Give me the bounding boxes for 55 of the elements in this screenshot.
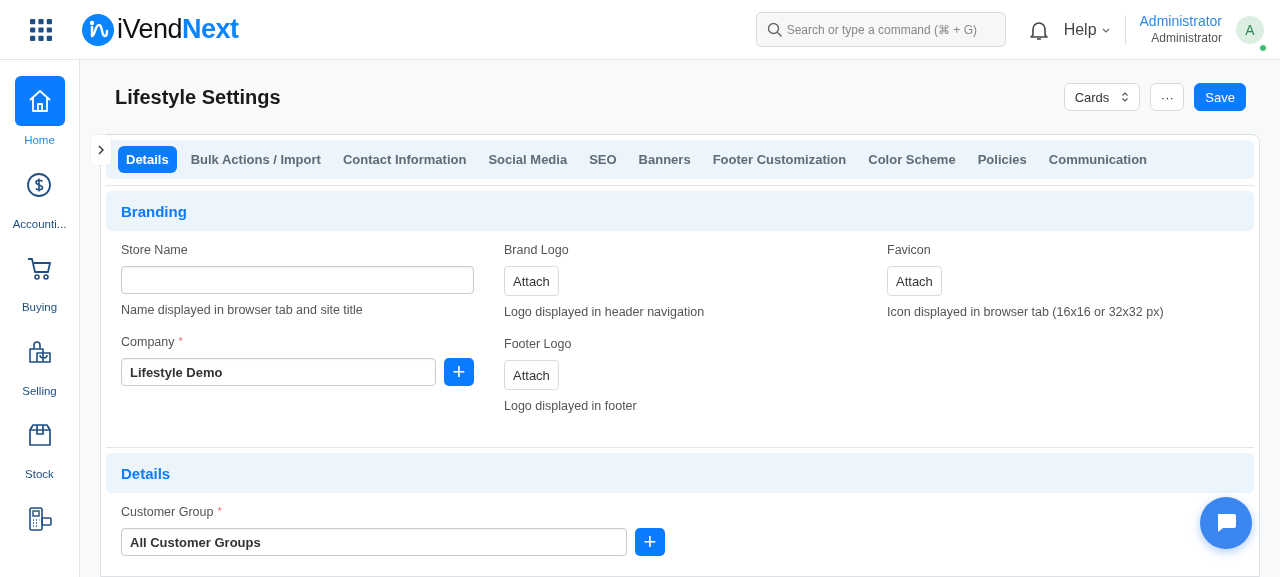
required-marker: * (178, 335, 183, 349)
field-label: Footer Logo (504, 337, 572, 351)
tab[interactable]: Details (118, 146, 177, 173)
page-title: Lifestyle Settings (115, 85, 281, 109)
field-label: Brand Logo (504, 243, 569, 257)
tab[interactable]: Color Scheme (860, 146, 964, 173)
tab[interactable]: Bulk Actions / Import (182, 146, 329, 173)
tab[interactable]: SEO (581, 146, 625, 173)
sidebar-label[interactable]: Buying (21, 301, 58, 313)
add-button[interactable]: + (444, 358, 474, 386)
home-tile[interactable] (14, 76, 65, 126)
field-description: Icon displayed in browser tab (16x16 or 32x32 px) (887, 305, 1165, 319)
section-header: Details (106, 453, 1254, 493)
help-menu[interactable]: Help (1063, 20, 1111, 39)
user-avatar[interactable]: A (1236, 15, 1264, 44)
attach-button[interactable]: Attach (887, 266, 942, 296)
logo-wordmark: iVendNext (117, 14, 239, 45)
tab[interactable]: Communication (1040, 146, 1156, 173)
more-button[interactable]: ··· (1150, 83, 1185, 111)
field-label: Company (121, 335, 175, 349)
field-description: Logo displayed in footer (504, 399, 638, 413)
field-label: Favicon (887, 243, 931, 257)
tab[interactable]: Contact Information (334, 146, 475, 173)
search-icon (766, 22, 783, 38)
chevron-right-icon (97, 145, 105, 155)
required-marker: * (217, 505, 222, 519)
section-header: Branding (106, 191, 1254, 231)
search-field[interactable]: Search or type a command (⌘ + G) (755, 12, 1006, 47)
view-select[interactable]: Cards (1063, 83, 1141, 111)
sidebar-label[interactable]: Stock (25, 468, 54, 480)
tab[interactable]: Banners (630, 146, 699, 173)
text-input[interactable] (121, 266, 474, 294)
sidebar-label[interactable]: Home (24, 134, 55, 146)
add-button[interactable]: + (635, 528, 665, 556)
attach-button[interactable]: Attach (504, 360, 559, 390)
field-description: Name displayed in browser tab and site title (121, 303, 364, 317)
sidebar-toggle[interactable] (91, 135, 111, 165)
tab[interactable]: Social Media (480, 146, 576, 173)
tab[interactable]: Footer Customization (704, 146, 855, 173)
user-name[interactable]: Administrator (1139, 12, 1222, 30)
field-label: Store Name (121, 243, 188, 257)
attach-button[interactable]: Attach (504, 266, 559, 296)
sort-icon (1121, 92, 1130, 102)
logo-icon (82, 13, 114, 46)
sidebar-label[interactable]: Selling (22, 384, 57, 397)
save-button[interactable]: Save (1194, 83, 1246, 111)
apps-grid-icon[interactable] (30, 18, 52, 41)
dollar-circle-icon[interactable] (25, 170, 54, 199)
tab[interactable]: Policies (969, 146, 1035, 173)
link-input[interactable]: Lifestyle Demo (121, 358, 436, 386)
user-role: Administrator (1151, 29, 1222, 47)
field-description: Logo displayed in header navigation (504, 305, 706, 319)
link-input[interactable]: All Customer Groups (121, 528, 627, 556)
field-label: Customer Group (121, 505, 214, 519)
sidebar-label[interactable]: Accounti... (12, 217, 67, 230)
